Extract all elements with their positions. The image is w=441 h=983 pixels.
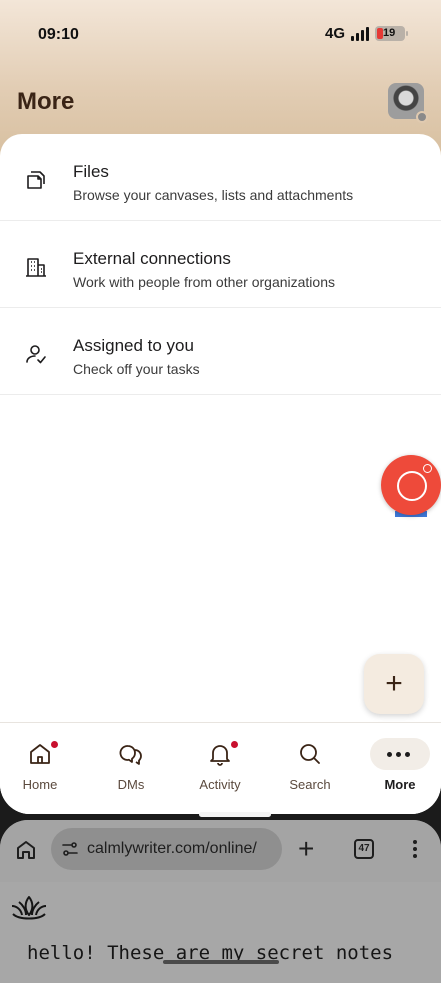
building-icon [26,258,46,277]
tab-search[interactable]: Search [270,723,350,814]
slack-app-window: 09:10 4G 19 More Files Browse your canva… [0,0,441,814]
browser-window: calmlywriter.com/online/ + 47 hello! The… [0,820,441,983]
menu-item-assigned-to-you[interactable]: Assigned to you Check off your tasks [0,308,441,395]
dms-icon [119,745,142,765]
record-icon [381,455,441,515]
url-text: calmlywriter.com/online/ [87,840,257,857]
notification-badge [51,741,58,748]
status-bar: 09:10 4G 19 [0,0,441,70]
home-icon [30,744,50,764]
person-check-icon [26,345,46,364]
menu-item-subtitle: Browse your canvases, lists and attachme… [73,187,354,203]
menu-item-title: Assigned to you [73,336,194,355]
presence-status-dot [416,111,428,123]
menu-item-title: Files [73,162,109,181]
battery-icon: 19 [375,26,408,41]
battery-level: 19 [383,27,396,39]
screen-record-button[interactable] [381,455,441,527]
files-icon [27,171,45,189]
menu-item-subtitle: Work with people from other organization… [73,274,335,290]
avatar[interactable] [388,83,428,123]
menu-item-title: External connections [73,249,231,268]
menu-item-external-connections[interactable]: External connections Work with people fr… [0,221,441,308]
tab-label: Search [289,777,331,792]
gesture-navigation-bar[interactable] [163,960,279,964]
web-page-content: hello! These are my secret notes [0,882,441,983]
tab-home[interactable]: Home [0,723,80,814]
search-icon [300,744,320,764]
tab-label: More [384,777,416,792]
status-indicators: 4G 19 [324,25,408,42]
bottom-tab-bar: Home DMs Activity Search More [0,722,441,814]
tab-label: Home [22,777,58,792]
browser-menu-icon[interactable] [413,840,417,858]
bell-icon [210,745,230,766]
tab-switcher-button[interactable]: 47 [354,839,374,859]
tab-label: Activity [199,777,241,792]
address-bar[interactable]: calmlywriter.com/online/ [51,828,282,870]
tab-more[interactable]: More [360,723,440,814]
compose-button[interactable]: + [364,654,424,714]
home-icon[interactable] [14,838,38,862]
browser-toolbar: calmlywriter.com/online/ + 47 [0,820,441,882]
network-type: 4G [324,25,345,42]
tab-label: DMs [117,777,145,792]
menu-item-files[interactable]: Files Browse your canvases, lists and at… [0,134,441,221]
new-tab-button[interactable]: + [298,835,314,863]
menu-item-subtitle: Check off your tasks [73,361,200,377]
page-title: More [17,88,75,115]
status-time: 09:10 [38,26,79,43]
split-screen-divider-handle[interactable] [199,812,271,817]
lotus-logo-icon [11,896,47,920]
more-icon [387,752,410,757]
signal-icon [351,26,369,41]
notification-badge [231,741,238,748]
tab-dms[interactable]: DMs [91,723,171,814]
tab-activity[interactable]: Activity [180,723,260,814]
site-settings-icon[interactable] [61,840,79,858]
